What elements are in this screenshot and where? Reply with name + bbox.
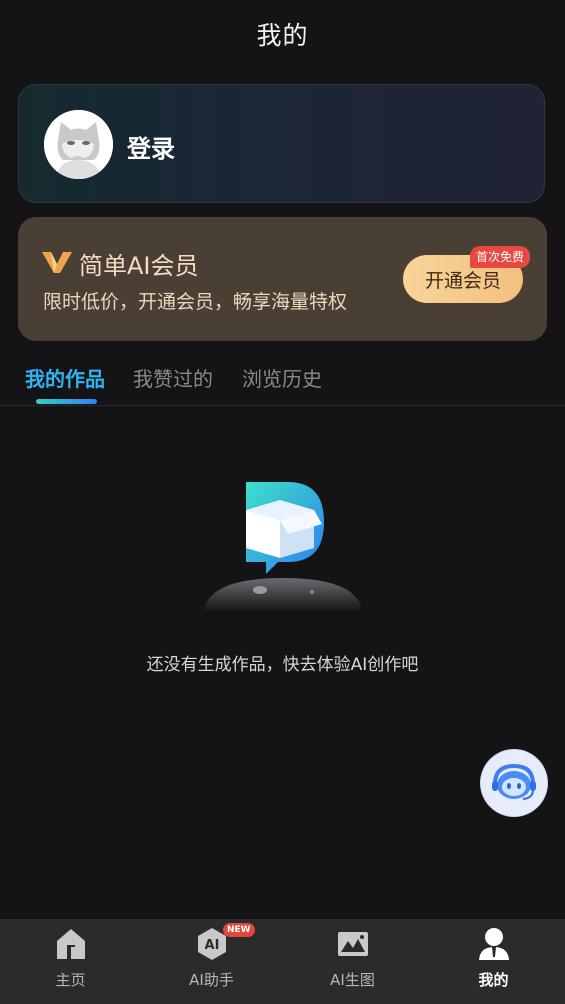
tab-liked[interactable]: 我赞过的 [133,363,213,392]
avatar[interactable] [44,110,113,179]
tab-history[interactable]: 浏览历史 [242,363,322,392]
nav-ai-assistant-label: AI助手 [189,971,234,989]
nav-ai-assistant[interactable]: AI NEW AI助手 [141,919,282,1004]
empty-box-illustration [204,482,362,610]
vip-subtitle: 限时低价，开通会员，畅享海量特权 [43,291,348,313]
nav-ai-image[interactable]: AI生图 [282,919,423,1004]
login-card[interactable]: 登录 [18,84,545,203]
image-generate-icon [338,932,368,956]
nav-home-label: 主页 [55,971,86,989]
default-avatar-icon [44,110,113,179]
robot-assistant-icon [492,763,536,800]
tab-my-works[interactable]: 我的作品 [25,363,105,392]
vip-title: 简单AI会员 [79,252,199,280]
tab-divider [0,405,565,406]
nav-ai-image-label: AI生图 [330,971,375,989]
active-tab-indicator [36,399,97,404]
assistant-fab[interactable] [481,750,547,816]
nav-profile-label: 我的 [478,971,509,989]
first-free-badge: 首次免费 [470,246,531,268]
nav-home[interactable]: 主页 [0,919,141,1004]
vip-v-icon [42,252,72,273]
home-icon [57,929,85,959]
bottom-nav: 主页 AI NEW AI助手 AI生图 我的 [0,919,565,1004]
works-tabs: 我的作品 我赞过的 浏览历史 [0,358,565,406]
empty-state-text: 还没有生成作品，快去体验AI创作吧 [146,655,419,675]
new-badge: NEW [223,923,255,937]
vip-card: 简单AI会员 限时低价，开通会员，畅享海量特权 开通会员 首次免费 [18,217,547,341]
svg-text:AI: AI [205,938,220,953]
profile-icon [479,928,509,960]
page-title: 我的 [256,21,309,50]
nav-profile[interactable]: 我的 [423,919,564,1004]
login-label[interactable]: 登录 [127,129,175,164]
